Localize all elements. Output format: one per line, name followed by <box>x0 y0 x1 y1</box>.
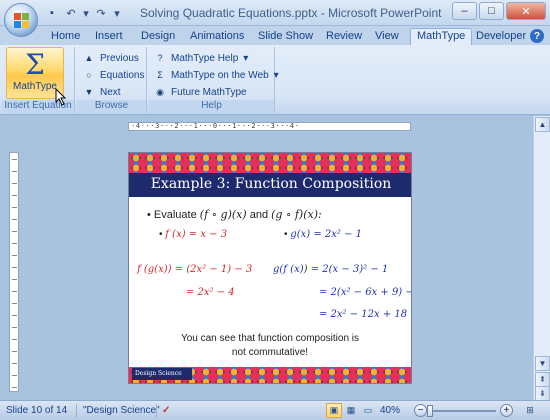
zoom-level[interactable]: 40% <box>380 405 400 416</box>
design-science-logo: Design Science <box>132 368 192 380</box>
window-title: Solving Quadratic Equations.pptx - Micro… <box>140 6 442 20</box>
arrow-down-icon: ▼ <box>84 87 94 97</box>
equation-gf-line2[interactable]: = 2(x² − 6x + 9) − 1 <box>319 287 411 298</box>
office-button[interactable] <box>4 3 38 37</box>
equation-def-f[interactable]: f (x) = x − 3 <box>165 229 227 240</box>
save-icon[interactable]: ▪ <box>44 5 60 21</box>
previous-slide-icon[interactable]: ⇞ <box>535 372 550 387</box>
mathtype-help-button[interactable]: ? MathType Help ▾ <box>154 50 248 66</box>
customize-qat-icon[interactable]: ▾ <box>112 5 122 21</box>
spell-check-icon[interactable]: ✓ <box>162 405 170 416</box>
next-button[interactable]: ▼ Next <box>83 84 121 100</box>
slide-canvas[interactable]: Example 3: Function Composition • Evalua… <box>128 152 412 384</box>
previous-button[interactable]: ▲ Previous <box>83 50 139 66</box>
zoom-in-icon[interactable]: + <box>500 404 513 417</box>
tab-mathtype[interactable]: MathType <box>410 28 473 45</box>
status-bar: Slide 10 of 14 "Design Science" ✓ ▣ ▦ ▭ … <box>0 400 550 420</box>
equation-gof[interactable]: (g ∘ f)(x): <box>271 208 322 221</box>
conclusion-line1[interactable]: You can see that function composition is <box>129 333 411 344</box>
dropdown-arrow-icon: ▾ <box>243 52 249 64</box>
def-g-row: • g(x) = 2x² − 1 <box>284 229 362 240</box>
equation-gf-line1[interactable]: g(f (x)) = 2(x − 3)² − 1 <box>273 264 388 275</box>
vertical-scrollbar[interactable]: ▲ ▼ ⇞ ⇟ <box>533 116 550 401</box>
equation-fg-line2[interactable]: = 2x² − 4 <box>186 287 235 298</box>
group-label-browse: Browse <box>77 100 146 113</box>
vertical-ruler <box>9 152 19 392</box>
theme-name[interactable]: "Design Science" <box>83 405 160 416</box>
next-slide-icon[interactable]: ⇟ <box>535 386 550 401</box>
ribbon-tabs: Home Insert Design Animations Slide Show… <box>0 26 550 45</box>
slide-top-pattern <box>129 153 411 173</box>
ribbon: Σ MathType Insert Equation ▲ Previous ○ … <box>0 45 550 115</box>
mathtype-help-label: MathType Help <box>171 52 239 64</box>
tab-view[interactable]: View <box>375 28 399 45</box>
tab-insert[interactable]: Insert <box>95 28 123 45</box>
evaluate-text: • Evaluate <box>147 209 197 221</box>
zoom-slider-thumb[interactable] <box>427 405 433 417</box>
tab-review[interactable]: Review <box>326 28 362 45</box>
tab-home[interactable]: Home <box>51 28 80 45</box>
zoom-slider[interactable] <box>432 410 496 412</box>
office-logo-icon <box>14 13 30 29</box>
undo-dropdown-icon[interactable]: ▾ <box>82 5 90 21</box>
equation-def-g[interactable]: g(x) = 2x² − 1 <box>290 229 362 240</box>
sigma-icon: Σ <box>25 48 45 81</box>
bullet-evaluate[interactable]: • Evaluate (f ∘ g)(x) and (g ∘ f)(x): <box>147 208 322 221</box>
slide-title[interactable]: Example 3: Function Composition <box>129 176 411 192</box>
help-circle-icon: ? <box>157 53 163 63</box>
equations-label: Equations <box>100 69 145 81</box>
group-help: ? MathType Help ▾ Σ MathType on the Web … <box>149 47 279 113</box>
fit-to-window-icon[interactable]: ⊞ <box>522 403 538 418</box>
group-label-help: Help <box>149 100 274 113</box>
conclusion-line2[interactable]: not commutative! <box>129 347 411 358</box>
future-mathtype-button[interactable]: ◉ Future MathType <box>154 84 247 100</box>
tab-slide-show[interactable]: Slide Show <box>258 28 313 45</box>
next-label: Next <box>100 86 121 98</box>
equation-gf-line3[interactable]: = 2x² − 12x + 18 − 1 <box>319 309 411 320</box>
equation-fog[interactable]: (f ∘ g)(x) <box>200 208 247 221</box>
dropdown-arrow-icon: ▾ <box>273 69 279 81</box>
equations-button[interactable]: ○ Equations <box>83 67 144 83</box>
and-text: and <box>249 209 269 221</box>
maximize-button[interactable]: □ <box>479 2 504 20</box>
undo-icon[interactable]: ↶ <box>63 5 79 21</box>
close-button[interactable]: ✕ <box>506 2 546 20</box>
slide-sorter-icon[interactable]: ▦ <box>343 403 359 418</box>
zoom-out-icon[interactable]: − <box>414 404 427 417</box>
title-bar: ▪ ↶ ▾ ↷ ▾ Solving Quadratic Equations.pp… <box>0 0 550 26</box>
minimize-button[interactable]: ‒ <box>452 2 477 20</box>
circle-icon: ○ <box>86 70 92 80</box>
group-browse: ▲ Previous ○ Equations ▼ Next Browse <box>77 47 147 113</box>
mouse-cursor-icon <box>55 88 67 106</box>
horizontal-ruler: ·4···3···2···1···0···1···2···3···4· <box>128 122 411 131</box>
quick-access-toolbar: ▪ ↶ ▾ ↷ ▾ <box>44 5 122 21</box>
future-mathtype-label: Future MathType <box>171 86 247 98</box>
def-f-row: • f (x) = x − 3 <box>159 229 228 240</box>
tab-design[interactable]: Design <box>141 28 175 45</box>
redo-icon[interactable]: ↷ <box>93 5 109 21</box>
arrow-up-icon: ▲ <box>84 53 94 63</box>
globe-icon: ◉ <box>156 86 164 97</box>
mathtype-web-label: MathType on the Web <box>171 69 269 81</box>
tab-developer[interactable]: Developer <box>476 28 526 45</box>
help-icon[interactable]: ? <box>530 29 544 43</box>
previous-label: Previous <box>100 52 139 64</box>
equation-fg-line1[interactable]: f (g(x)) = (2x² − 1) − 3 <box>137 264 252 275</box>
scroll-down-icon[interactable]: ▼ <box>535 356 550 371</box>
mathtype-web-button[interactable]: Σ MathType on the Web ▾ <box>154 67 279 83</box>
slide-counter: Slide 10 of 14 <box>6 405 68 416</box>
normal-view-icon[interactable]: ▣ <box>326 403 342 418</box>
slide-title-bar: Example 3: Function Composition <box>129 173 411 197</box>
slide-show-icon[interactable]: ▭ <box>360 403 376 418</box>
sigma-web-icon: Σ <box>157 70 163 80</box>
scroll-up-icon[interactable]: ▲ <box>535 117 550 132</box>
tab-animations[interactable]: Animations <box>190 28 244 45</box>
